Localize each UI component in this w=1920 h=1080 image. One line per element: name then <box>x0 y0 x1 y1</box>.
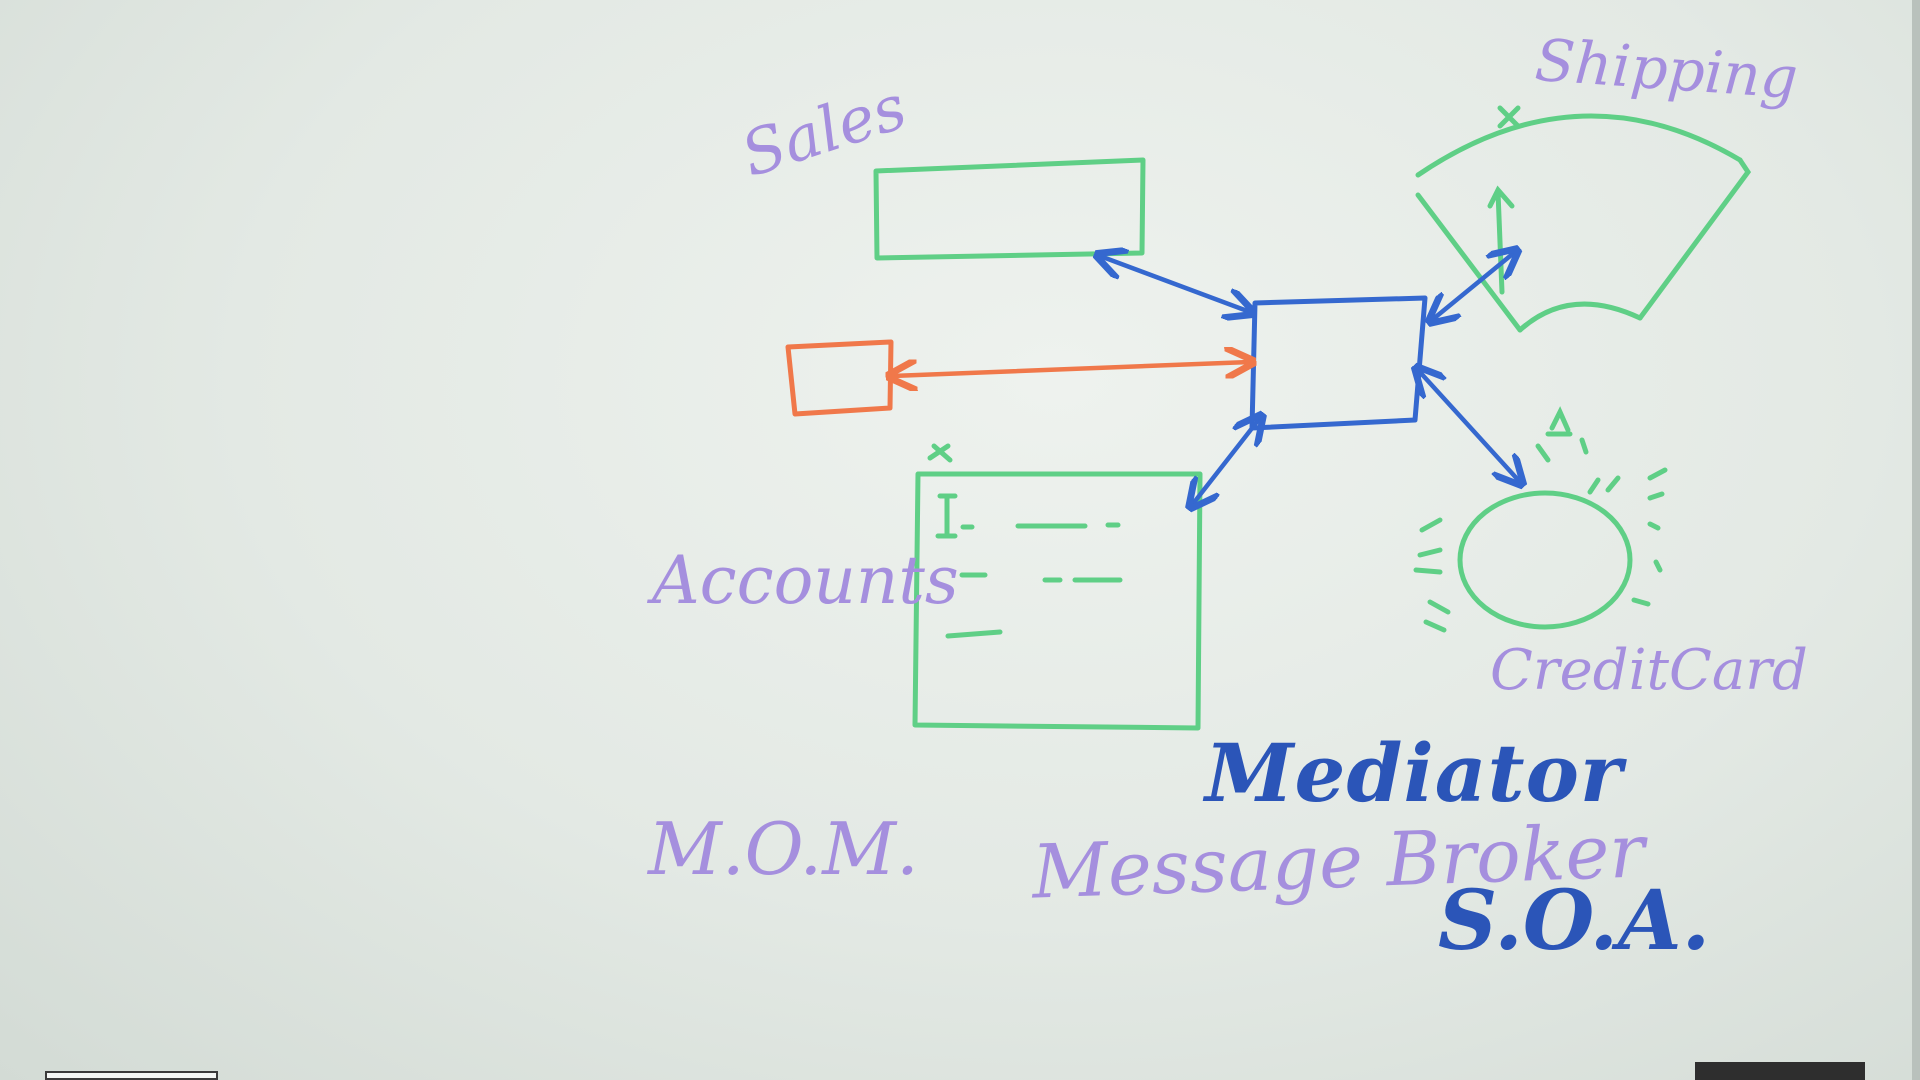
orange-component-box <box>785 339 894 417</box>
soa-label: S.O.A. <box>1438 873 1711 969</box>
mediator-connections <box>1100 252 1520 505</box>
board-frame-right <box>1912 0 1920 1080</box>
board-edge-right <box>1695 1062 1865 1080</box>
mediator-box <box>1249 295 1428 431</box>
shipping-shape <box>1415 105 1752 333</box>
orange-connection <box>892 362 1250 376</box>
mom-label: M.O.M. <box>648 807 919 891</box>
sales-box <box>873 157 1146 261</box>
credit-card-shape <box>1413 406 1668 633</box>
accounts-label: Accounts <box>652 542 959 619</box>
shipping-label: Shipping <box>1532 25 1800 113</box>
credit-card-label: CreditCard <box>1490 638 1808 703</box>
whiteboard: Sales Shipping Accounts CreditCard Media… <box>0 0 1920 1080</box>
board-edge-left <box>45 1071 218 1080</box>
mediator-label: Mediator <box>1205 726 1624 820</box>
